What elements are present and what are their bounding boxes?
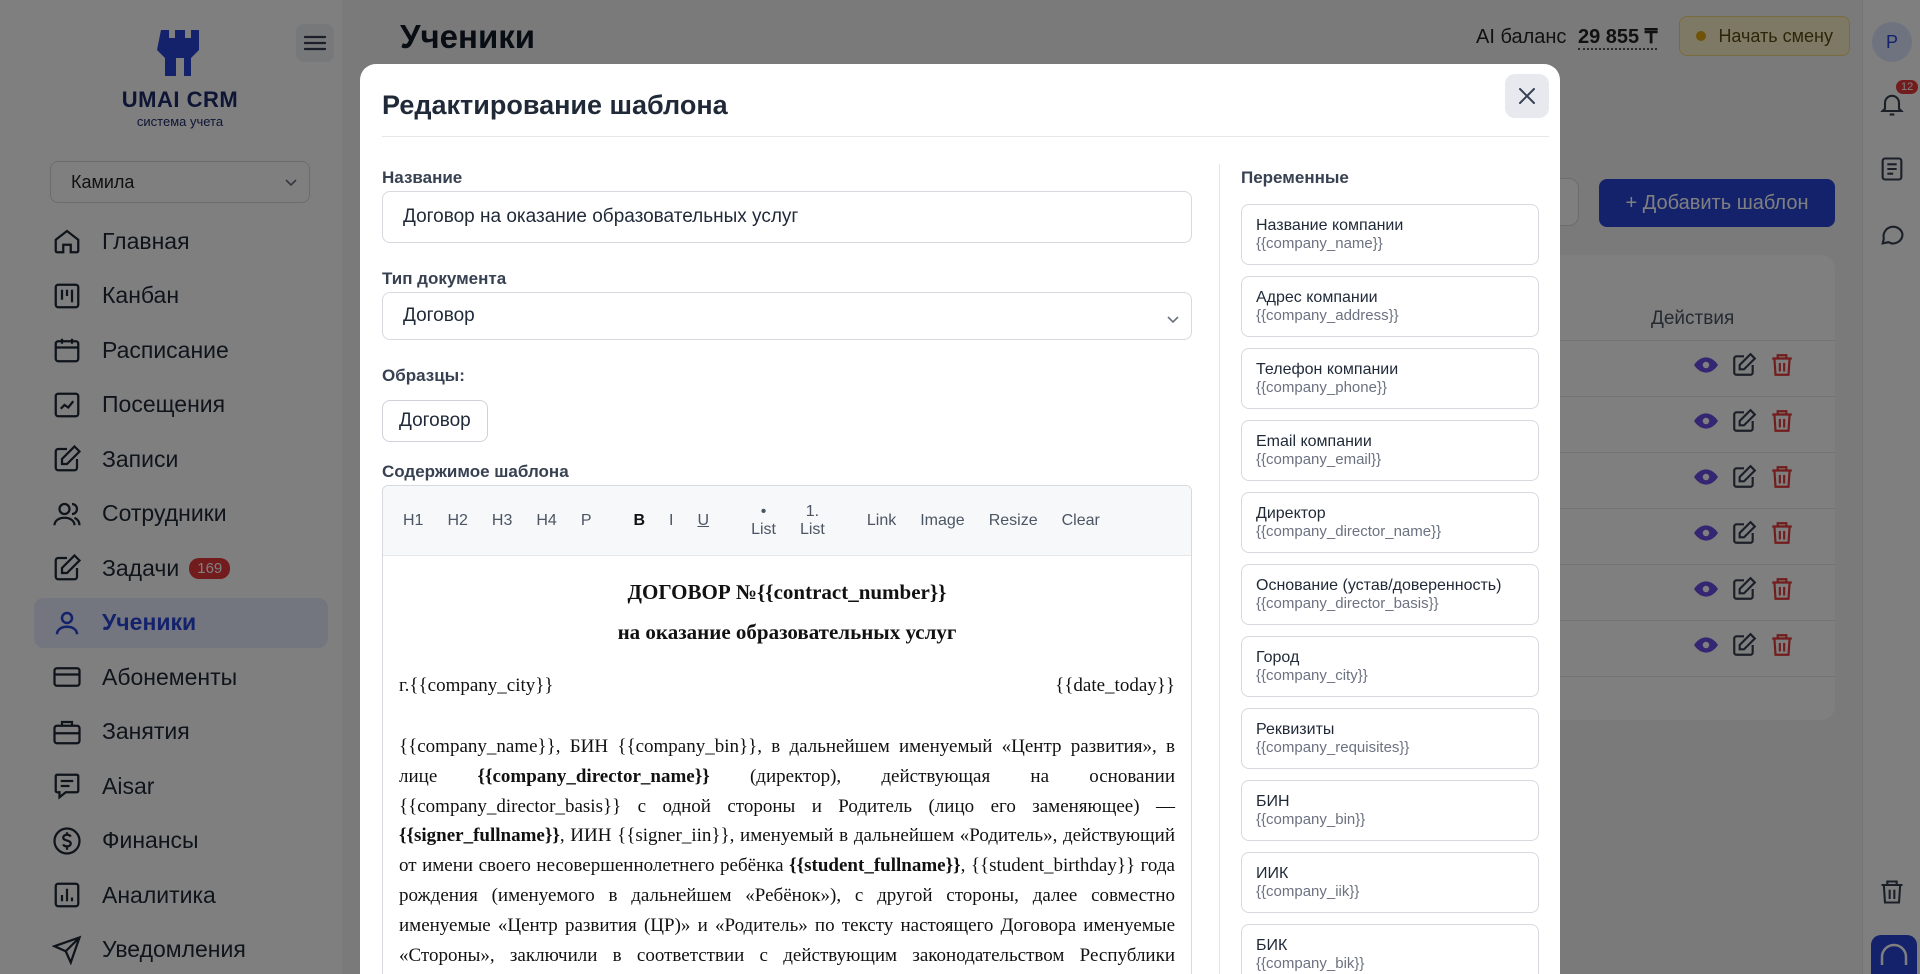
document-student: {{student_fullname}} <box>789 855 961 877</box>
ordered-list-glyph: 1. <box>805 502 820 520</box>
variable-name: ИИК <box>1256 865 1289 882</box>
clear-button[interactable]: Clear <box>1050 512 1112 530</box>
modal-divider <box>382 136 1549 137</box>
variable-name: Директор <box>1256 505 1326 522</box>
document-subheading: на оказание образовательных услуг <box>617 620 957 644</box>
heading2-button[interactable]: H2 <box>435 512 479 530</box>
template-name-value: Договор на оказание образовательных услу… <box>403 206 799 227</box>
variable-code: {{company_phone}} <box>1256 379 1387 396</box>
sample-contract-button[interactable]: Договор <box>382 400 488 442</box>
variables-list: Название компании {{company_name}} Адрес… <box>1241 204 1539 974</box>
ordered-list-label: List <box>799 520 825 538</box>
variables-title: Переменные <box>1241 168 1349 187</box>
bullet-list-button[interactable]: • List <box>739 503 788 539</box>
bullet-list-glyph: • <box>760 502 767 520</box>
variable-code: {{company_director_basis}} <box>1256 595 1439 612</box>
variable-item[interactable]: БИН {{company_bin}} <box>1241 780 1539 841</box>
variable-name: Телефон компании <box>1256 361 1399 378</box>
name-label: Название <box>382 168 463 187</box>
bold-button[interactable]: B <box>621 512 657 530</box>
variable-code: {{company_address}} <box>1256 307 1399 324</box>
variable-name: БИК <box>1256 937 1288 954</box>
doc-type-value: Договор <box>403 305 475 326</box>
variable-item[interactable]: Email компании {{company_email}} <box>1241 420 1539 481</box>
document-paragraph: {{company_name}}, БИН {{company_bin}}, в… <box>399 732 1175 974</box>
variable-name: Адрес компании <box>1256 289 1378 306</box>
variable-name: Основание (устав/доверенность) <box>1256 577 1502 594</box>
variable-code: {{company_bik}} <box>1256 955 1365 972</box>
bullet-list-label: List <box>751 520 776 538</box>
document-signer: {{signer_fullname}} <box>399 825 560 847</box>
ordered-list-button[interactable]: 1. List <box>788 503 837 539</box>
editor-toolbar: H1 H2 H3 H4 P B I U • List 1. List Link … <box>383 486 1191 556</box>
document-director: {{company_director_name}} <box>477 765 710 787</box>
variable-item[interactable]: Реквизиты {{company_requisites}} <box>1241 708 1539 769</box>
heading1-button[interactable]: H1 <box>391 512 435 530</box>
underline-button[interactable]: U <box>686 512 722 530</box>
chevron-down-icon <box>1167 316 1179 324</box>
variable-name: Название компании <box>1256 217 1404 234</box>
samples-label: Образцы: <box>382 366 465 385</box>
variable-item[interactable]: ИИК {{company_iik}} <box>1241 852 1539 913</box>
content-label: Содержимое шаблона <box>382 462 569 481</box>
heading4-button[interactable]: H4 <box>524 512 568 530</box>
paragraph-button[interactable]: P <box>569 512 604 530</box>
variable-item[interactable]: Директор {{company_director_name}} <box>1241 492 1539 553</box>
template-name-input[interactable]: Договор на оказание образовательных услу… <box>382 191 1192 243</box>
document-city: г.{{company_city}} <box>399 675 554 696</box>
variable-code: {{company_bin}} <box>1256 811 1366 828</box>
close-button[interactable] <box>1505 74 1549 118</box>
variable-code: {{company_director_name}} <box>1256 523 1442 540</box>
doc-type-label: Тип документа <box>382 269 507 288</box>
link-button[interactable]: Link <box>855 512 908 530</box>
variable-item[interactable]: Город {{company_city}} <box>1241 636 1539 697</box>
italic-button[interactable]: I <box>657 512 685 530</box>
document-place-date: г.{{company_city}} {{date_today}} <box>399 674 1175 698</box>
variable-code: {{company_email}} <box>1256 451 1382 468</box>
image-button[interactable]: Image <box>908 512 976 530</box>
column-divider <box>1219 164 1220 974</box>
heading3-button[interactable]: H3 <box>480 512 524 530</box>
variable-item[interactable]: Адрес компании {{company_address}} <box>1241 276 1539 337</box>
doc-type-select[interactable]: Договор <box>382 292 1192 340</box>
variable-code: {{company_requisites}} <box>1256 739 1410 756</box>
edit-template-modal: Редактирование шаблона Название Договор … <box>360 64 1560 974</box>
variable-item[interactable]: Название компании {{company_name}} <box>1241 204 1539 265</box>
variable-item[interactable]: БИК {{company_bik}} <box>1241 924 1539 974</box>
variable-code: {{company_iik}} <box>1256 883 1360 900</box>
variable-code: {{company_name}} <box>1256 235 1383 252</box>
variable-code: {{company_city}} <box>1256 667 1368 684</box>
modal-title: Редактирование шаблона <box>382 90 728 120</box>
variable-item[interactable]: Основание (устав/доверенность) {{company… <box>1241 564 1539 625</box>
document-date: {{date_today}} <box>1055 675 1175 696</box>
variable-name: Email компании <box>1256 433 1372 450</box>
variable-item[interactable]: Телефон компании {{company_phone}} <box>1241 348 1539 409</box>
editor-content[interactable]: ДОГОВОР №{{contract_number}} на оказание… <box>383 556 1191 974</box>
resize-button[interactable]: Resize <box>977 512 1050 530</box>
document-heading: ДОГОВОР №{{contract_number}} <box>627 580 947 604</box>
variable-name: Реквизиты <box>1256 721 1335 738</box>
rich-text-editor: H1 H2 H3 H4 P B I U • List 1. List Link … <box>382 485 1192 974</box>
variable-name: БИН <box>1256 793 1290 810</box>
close-icon <box>1519 88 1535 104</box>
variable-name: Город <box>1256 649 1300 666</box>
